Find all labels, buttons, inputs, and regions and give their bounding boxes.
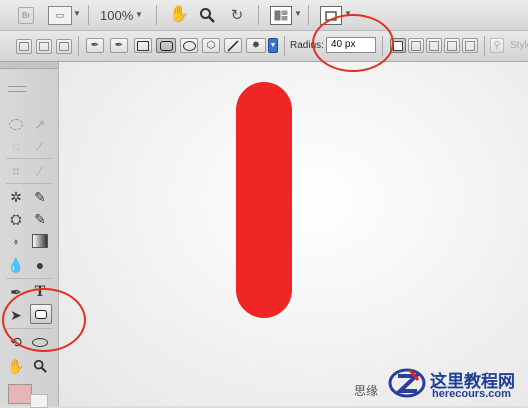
exclude-overlapping-shape-areas-button[interactable] [462, 38, 478, 53]
separator [88, 5, 89, 25]
screen-mode-icon[interactable] [320, 6, 342, 25]
separator [258, 5, 259, 25]
type-tool-icon[interactable]: T [30, 283, 50, 301]
paths-mode-button[interactable] [36, 39, 52, 54]
tools-panel-grip[interactable] [8, 86, 26, 92]
view-extras-icon[interactable]: ▭ [48, 6, 72, 25]
foreground-color-swatch[interactable] [8, 384, 32, 404]
watermark-url-text: herecours.com [432, 388, 511, 400]
3d-orbit-tool-icon[interactable] [30, 333, 50, 351]
watermark-logo [388, 364, 426, 402]
pen-tool-icon[interactable]: ✒ [86, 38, 104, 53]
separator [6, 278, 52, 279]
polygon-tool-icon[interactable]: ⬡ [202, 38, 220, 53]
style-label: Style [510, 40, 528, 51]
hand-tool-icon[interactable]: ✋ [6, 357, 26, 375]
br-icon[interactable]: Br [18, 7, 34, 24]
custom-shape-tool-icon[interactable]: ✸ [246, 38, 266, 53]
ellipse-tool-icon[interactable] [180, 38, 198, 53]
application-bar: Br ▭ ▼ 100% ▼ ✋ ↻ ▼ ▼ [0, 0, 528, 31]
shape-layers-mode-button[interactable] [16, 39, 32, 54]
eyedropper-tool-icon[interactable]: ⁄ [30, 162, 50, 180]
separator [284, 36, 285, 56]
watermark-partial-text: 思缘 [354, 384, 379, 398]
radius-value: 40 px [331, 39, 356, 50]
rounded-rectangle-shape[interactable] [236, 82, 292, 318]
zoom-level[interactable]: 100% [100, 8, 133, 23]
rectangle-tool-icon[interactable] [134, 38, 152, 53]
separator [484, 36, 485, 56]
rounded-rectangle-tool-icon[interactable] [156, 38, 176, 53]
watermark: 思缘 这里教程网 herecours.com [352, 362, 528, 406]
freeform-pen-tool-icon[interactable]: ✒ [110, 38, 128, 53]
create-new-shape-layer-button[interactable] [390, 38, 406, 53]
separator [156, 5, 157, 25]
view-extras-dropdown-icon[interactable]: ▼ [73, 8, 81, 20]
eraser-tool-icon[interactable]: ⬫ [6, 232, 26, 250]
clone-stamp-tool-icon[interactable]: ⛭ [6, 210, 26, 228]
healing-brush-tool-icon[interactable]: ✲ [6, 188, 26, 206]
separator [6, 328, 52, 329]
fill-pixels-mode-button[interactable] [56, 39, 72, 54]
radius-input[interactable]: 40 px [326, 37, 376, 53]
path-selection-tool-icon[interactable]: ➤ [6, 306, 26, 324]
rounded-rectangle-tool-icon[interactable] [30, 304, 52, 324]
quick-selection-tool-icon[interactable]: ⁄ [30, 137, 50, 155]
dodge-tool-icon[interactable]: ● [30, 256, 50, 274]
marquee-tool-icon[interactable] [6, 115, 26, 133]
zoom-icon[interactable] [198, 6, 216, 24]
zoom-dropdown-icon[interactable]: ▼ [135, 9, 143, 21]
options-bar: ✒ ✒ ⬡ ✸ ▼ Radius: 40 px ⚲ Style [0, 31, 528, 62]
blur-tool-icon[interactable]: 💧 [6, 256, 26, 274]
3d-rotate-tool-icon[interactable]: ⟲ [6, 333, 26, 351]
zoom-tool-icon[interactable] [30, 357, 50, 375]
crop-tool-icon[interactable]: ⌗ [6, 162, 26, 180]
arrange-documents-icon[interactable] [270, 6, 292, 25]
pen-tool-icon[interactable]: ✒ [6, 283, 26, 301]
line-tool-icon[interactable] [224, 38, 242, 53]
move-tool-icon[interactable]: ➚ [30, 115, 50, 133]
separator [78, 36, 79, 56]
screen-mode-dropdown-icon[interactable]: ▼ [344, 8, 352, 20]
radius-label: Radius: [290, 40, 324, 51]
link-icon[interactable]: ⚲ [490, 38, 504, 53]
brush-tool-icon[interactable]: ✎ [30, 188, 50, 206]
tools-panel: ➚ ◌ ⁄ ⌗ ⁄ ✲ ✎ ⛭ ✎ ⬫ 💧 ● ✒ T ➤ ⟲ ✋ [0, 62, 59, 408]
arrange-dropdown-icon[interactable]: ▼ [294, 8, 302, 20]
hand-icon[interactable]: ✋ [169, 6, 189, 24]
history-brush-tool-icon[interactable]: ✎ [30, 210, 50, 228]
lasso-tool-icon[interactable]: ◌ [6, 137, 26, 155]
separator [382, 36, 383, 56]
separator [308, 5, 309, 25]
geometry-options-dropdown-icon[interactable]: ▼ [268, 38, 278, 53]
tools-panel-header [0, 62, 58, 69]
separator [6, 183, 52, 184]
document-canvas[interactable] [58, 62, 528, 406]
subtract-from-shape-area-button[interactable] [426, 38, 442, 53]
gradient-tool-icon[interactable] [30, 232, 50, 250]
rotate-view-icon[interactable]: ↻ [228, 6, 246, 24]
add-to-shape-area-button[interactable] [408, 38, 424, 53]
separator [6, 158, 52, 159]
intersect-shape-areas-button[interactable] [444, 38, 460, 53]
